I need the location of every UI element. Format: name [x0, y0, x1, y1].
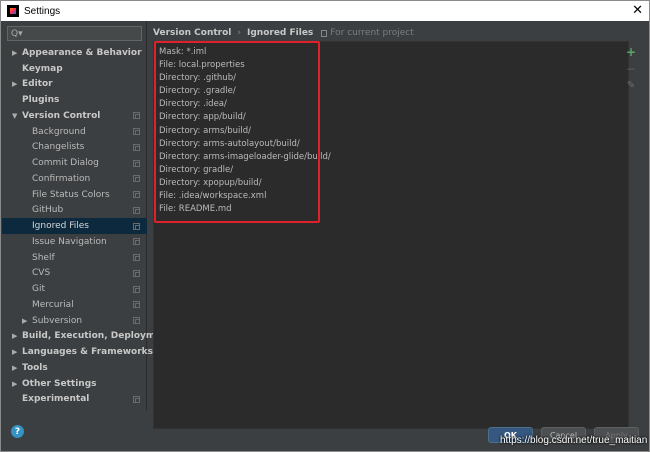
project-level-icon	[133, 112, 140, 120]
help-icon[interactable]: ?	[11, 425, 24, 438]
sidebar-item-build-execution-deployment[interactable]: ▶ Build, Execution, Deployment	[2, 329, 172, 345]
chevron-right-icon[interactable]: ▶	[12, 332, 17, 340]
sidebar-item-label: Commit Dialog	[32, 158, 99, 169]
project-level-icon	[133, 285, 140, 293]
sidebar-item-label: Background	[32, 126, 86, 137]
chevron-right-icon[interactable]: ▶	[12, 49, 17, 57]
sidebar-item-label: Subversion	[32, 315, 83, 326]
chevron-right-icon[interactable]: ▶	[12, 364, 17, 372]
intellij-logo-icon	[7, 5, 19, 17]
breadcrumb-current: Ignored Files	[247, 28, 314, 38]
project-level-icon	[133, 395, 140, 403]
sidebar-item-version-control[interactable]: ▼ Version Control	[2, 108, 147, 124]
sidebar-item-other-settings[interactable]: ▶ Other Settings	[2, 376, 147, 392]
sidebar-item-label: Appearance & Behavior	[22, 47, 142, 58]
chevron-down-icon[interactable]: ▼	[12, 112, 17, 120]
sidebar-item-tools[interactable]: ▶ Tools	[2, 360, 147, 376]
sidebar-item-mercurial[interactable]: Mercurial	[2, 297, 147, 313]
settings-tree: ▶ Appearance & Behavior Keymap ▶ Editor Plugi…	[2, 45, 172, 408]
project-level-icon	[133, 175, 140, 183]
breadcrumb: Version Control › Ignored Files For curr…	[153, 28, 414, 38]
sidebar-item-plugins[interactable]: Plugins	[2, 92, 147, 108]
settings-sidebar: Q▾ ▶ Appearance & Behavior Keymap ▶ Editor Pl…	[2, 21, 172, 411]
project-level-icon	[133, 301, 140, 309]
project-level-icon	[133, 159, 140, 167]
sidebar-item-label: File Status Colors	[32, 189, 110, 200]
sidebar-item-issue-navigation[interactable]: Issue Navigation	[2, 234, 147, 250]
sidebar-item-label: Tools	[22, 362, 48, 373]
sidebar-item-changelists[interactable]: Changelists	[2, 140, 147, 156]
project-level-icon	[133, 269, 140, 277]
project-level-icon	[133, 317, 140, 325]
chevron-right-icon[interactable]: ▶	[12, 380, 17, 388]
sidebar-item-label: Ignored Files	[32, 221, 89, 232]
settings-window: Settings ✕ Q▾ ▶ Appearance & Behavior Keym…	[0, 0, 650, 452]
chevron-right-icon[interactable]: ▶	[12, 348, 17, 356]
sidebar-item-label: Git	[32, 284, 46, 295]
add-icon[interactable]: +	[625, 46, 637, 58]
project-level-icon	[133, 238, 140, 246]
breadcrumb-separator: ›	[237, 28, 241, 38]
chevron-right-icon[interactable]: ▶	[22, 317, 27, 325]
search-icon: Q▾	[11, 28, 23, 39]
project-level-icon	[133, 128, 140, 136]
sidebar-item-subversion[interactable]: ▶ Subversion	[2, 313, 147, 329]
edit-icon[interactable]: ✎	[625, 80, 637, 92]
search-field[interactable]: Q▾	[7, 26, 142, 41]
sidebar-item-label: Mercurial	[32, 299, 74, 310]
watermark-text: https://blog.csdn.net/true_maitian	[500, 435, 648, 446]
project-level-icon	[133, 222, 140, 230]
sidebar-item-confirmation[interactable]: Confirmation	[2, 171, 147, 187]
sidebar-item-ignored-files[interactable]: Ignored Files	[2, 218, 147, 234]
sidebar-item-label: Plugins	[22, 95, 60, 106]
sidebar-item-label: Editor	[22, 79, 53, 90]
project-level-icon	[133, 191, 140, 199]
sidebar-item-label: CVS	[32, 268, 51, 279]
project-scope-icon	[321, 29, 328, 37]
project-level-icon	[133, 143, 140, 151]
sidebar-item-languages-frameworks[interactable]: ▶ Languages & Frameworks	[2, 344, 153, 360]
chevron-right-icon[interactable]: ▶	[12, 80, 17, 88]
scope-label: For current project	[330, 28, 414, 38]
breadcrumb-parent[interactable]: Version Control	[153, 28, 231, 38]
sidebar-item-label: Other Settings	[22, 378, 97, 389]
sidebar-item-label: Keymap	[22, 63, 63, 74]
sidebar-item-label: Languages & Frameworks	[22, 347, 154, 358]
sidebar-item-appearance-behavior[interactable]: ▶ Appearance & Behavior	[2, 45, 147, 61]
sidebar-item-experimental[interactable]: Experimental	[2, 392, 147, 408]
sidebar-item-label: Version Control	[22, 110, 101, 121]
title-bar: Settings ✕	[1, 1, 649, 21]
sidebar-item-editor[interactable]: ▶ Editor	[2, 77, 147, 93]
project-level-icon	[133, 206, 140, 214]
remove-icon[interactable]: −	[625, 63, 637, 75]
sidebar-item-background[interactable]: Background	[2, 124, 147, 140]
sidebar-item-label: Changelists	[32, 142, 85, 153]
sidebar-item-label: Experimental	[22, 394, 90, 405]
sidebar-item-label: Shelf	[32, 252, 55, 263]
search-input[interactable]	[24, 28, 135, 39]
sidebar-item-github[interactable]: GitHub	[2, 203, 147, 219]
sidebar-item-label: Issue Navigation	[32, 236, 107, 247]
sidebar-item-cvs[interactable]: CVS	[2, 266, 147, 282]
sidebar-item-keymap[interactable]: Keymap	[2, 61, 147, 77]
annotation-highlight-box	[154, 41, 320, 223]
project-level-icon	[133, 254, 140, 262]
list-toolbar: + − ✎	[625, 46, 641, 97]
sidebar-item-label: GitHub	[32, 205, 64, 216]
close-button[interactable]: ✕	[632, 3, 643, 18]
sidebar-item-commit-dialog[interactable]: Commit Dialog	[2, 155, 147, 171]
window-title: Settings	[24, 5, 61, 17]
sidebar-item-git[interactable]: Git	[2, 281, 147, 297]
sidebar-item-label: Confirmation	[32, 173, 91, 184]
sidebar-item-shelf[interactable]: Shelf	[2, 250, 147, 266]
sidebar-item-file-status-colors[interactable]: File Status Colors	[2, 187, 147, 203]
